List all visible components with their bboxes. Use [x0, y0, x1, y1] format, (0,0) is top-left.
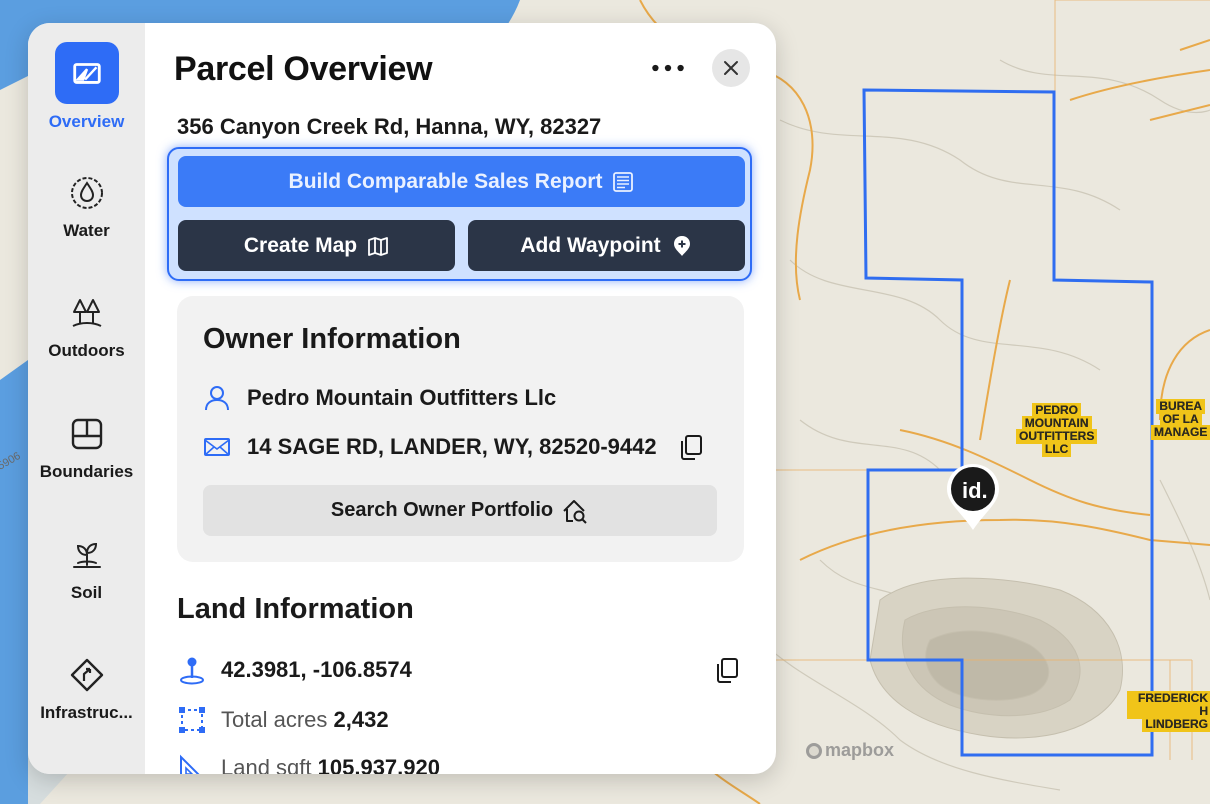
- mapbox-attribution[interactable]: mapbox: [806, 740, 894, 761]
- more-options-button[interactable]: [648, 53, 688, 83]
- waypoint-plus-icon: [673, 235, 690, 256]
- bureau-map-label: BUREA OF LA MANAGE: [1152, 399, 1210, 439]
- action-group: Build Comparable Sales Report Create Map…: [167, 147, 752, 281]
- search-owner-portfolio-label: Search Owner Portfolio: [330, 499, 554, 521]
- rail-label-soil: Soil: [70, 583, 103, 602]
- rail-item-overview[interactable]: Overview: [28, 42, 145, 132]
- rail-label-outdoors: Outdoors: [48, 341, 125, 360]
- mapbox-logo-icon: [806, 742, 822, 759]
- more-horizontal-icon: [652, 64, 684, 72]
- land-information-heading: Land Information: [177, 593, 414, 625]
- owner-information-heading: Owner Information: [203, 323, 461, 355]
- water-drop-icon: [67, 173, 107, 213]
- comparable-sales-report-label: Build Comparable Sales Report: [288, 169, 603, 193]
- map-icon: [368, 236, 388, 256]
- owner-information-card: Owner Information Pedro Mountain Outfitt…: [177, 296, 744, 562]
- rail-item-boundaries[interactable]: Boundaries: [28, 414, 145, 482]
- total-acres-value: 2,432: [333, 707, 389, 732]
- owner-name: Pedro Mountain Outfitters Llc: [247, 385, 557, 410]
- area-icon: [179, 707, 205, 733]
- total-acres-row: Total acres 2,432: [177, 705, 389, 735]
- person-icon: [205, 386, 229, 411]
- land-sqft-value: 105,937,920: [317, 755, 440, 774]
- rail-item-soil[interactable]: Soil: [28, 535, 145, 603]
- rail-label-water: Water: [63, 221, 110, 240]
- rail-label-boundaries: Boundaries: [39, 462, 134, 481]
- mapbox-attribution-text: mapbox: [825, 740, 895, 760]
- side-rail: Overview Water Outdoors Boundaries Soil: [28, 23, 145, 774]
- close-icon: [724, 61, 738, 75]
- parcel-address: 356 Canyon Creek Rd, Hanna, WY, 82327: [177, 114, 602, 139]
- sprout-icon: [67, 535, 107, 575]
- close-button[interactable]: [712, 49, 750, 87]
- rail-item-infrastructure[interactable]: Infrastruc...: [28, 655, 145, 723]
- rail-label-overview: Overview: [48, 112, 125, 131]
- house-search-icon: [563, 499, 587, 524]
- land-sqft-label: Land sqft: [221, 755, 312, 774]
- page-title: Parcel Overview: [174, 50, 433, 88]
- copy-coordinates-icon[interactable]: [713, 656, 741, 684]
- pin-brand-text: id.: [962, 478, 988, 503]
- add-waypoint-label: Add Waypoint: [520, 233, 661, 257]
- boundaries-icon: [67, 414, 107, 454]
- parcel-panel: Overview Water Outdoors Boundaries Soil: [28, 23, 776, 774]
- create-map-label: Create Map: [243, 233, 358, 257]
- comparable-sales-report-button[interactable]: Build Comparable Sales Report: [178, 156, 745, 207]
- ruler-icon: [180, 754, 200, 774]
- owner-name-row: Pedro Mountain Outfitters Llc: [203, 384, 556, 412]
- location-pin-icon: [180, 657, 204, 685]
- create-map-button[interactable]: Create Map: [178, 220, 455, 271]
- owner-address-row: 14 SAGE RD, LANDER, WY, 82520-9442: [203, 433, 705, 461]
- frederick-map-label: FREDERICK H LINDBERG: [1128, 692, 1210, 731]
- mail-icon: [204, 438, 230, 456]
- owner-map-label: PEDRO MOUNTAIN OUTFITTERS LLC: [1017, 403, 1097, 456]
- trees-icon: [67, 293, 107, 333]
- map-pin-icon[interactable]: id.: [945, 462, 1001, 534]
- land-sqft-row: Land sqft 105,937,920: [177, 753, 440, 774]
- rail-item-outdoors[interactable]: Outdoors: [28, 293, 145, 361]
- road-sign-icon: [67, 655, 107, 695]
- copy-icon[interactable]: [677, 433, 705, 461]
- overview-icon: [54, 42, 119, 104]
- rail-item-water[interactable]: Water: [28, 173, 145, 241]
- rail-label-infrastructure: Infrastruc...: [40, 703, 133, 722]
- coordinates-value: 42.3981, -106.8574: [221, 657, 412, 682]
- coordinates-row: 42.3981, -106.8574: [177, 655, 412, 685]
- add-waypoint-button[interactable]: Add Waypoint: [468, 220, 745, 271]
- owner-mailing-address: 14 SAGE RD, LANDER, WY, 82520-9442: [247, 434, 657, 459]
- total-acres-label: Total acres: [221, 707, 328, 732]
- panel-content: Parcel Overview 356 Canyon Creek Rd, Han…: [145, 23, 776, 774]
- search-owner-portfolio-button[interactable]: Search Owner Portfolio: [203, 485, 717, 536]
- report-icon: [613, 171, 634, 192]
